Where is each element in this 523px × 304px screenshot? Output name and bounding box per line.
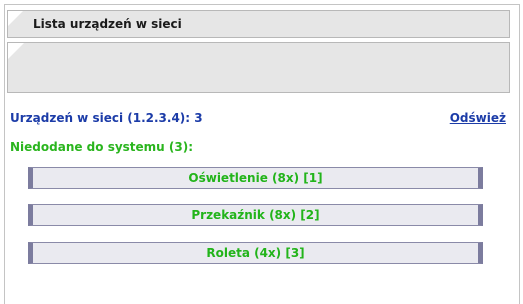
device-button-relay[interactable]: Przekaźnik (8x) [2] (28, 204, 483, 226)
network-device-count: Urządzeń w sieci (1.2.3.4): 3 (10, 111, 203, 125)
panel-title: Lista urządzeń w sieci (33, 17, 182, 31)
panel-title-bar: Lista urządzeń w sieci (7, 10, 510, 38)
corner-fold-decoration (8, 11, 23, 26)
device-button-roller-blind[interactable]: Roleta (4x) [3] (28, 242, 483, 264)
device-button-lighting[interactable]: Oświetlenie (8x) [1] (28, 167, 483, 189)
panel-subheader (7, 42, 510, 93)
refresh-link[interactable]: Odśwież (450, 111, 506, 125)
unadded-devices-heading: Niedodane do systemu (3): (10, 140, 194, 154)
corner-fold-decoration (8, 43, 24, 59)
